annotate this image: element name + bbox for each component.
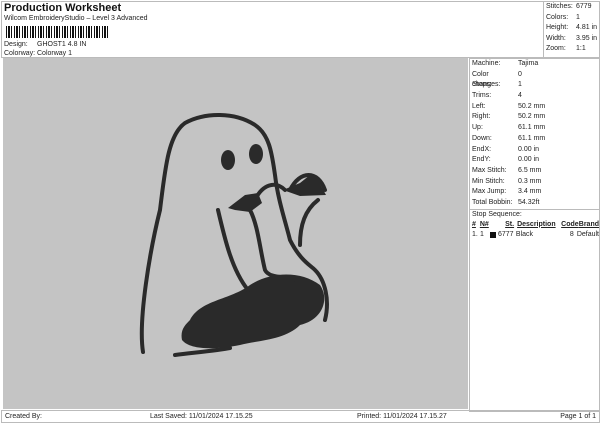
property-label: Stops: <box>472 81 492 89</box>
stop-sequence-title: Stop Sequence: <box>470 208 599 220</box>
stat-value: 1 <box>576 13 580 21</box>
created-by: Created By: <box>5 413 42 420</box>
property-row: EndY: 0.00 in <box>470 155 599 166</box>
design-preview <box>3 58 468 409</box>
property-row: Machine: Tajima <box>470 59 599 70</box>
ghost-embroidery <box>139 113 329 357</box>
property-value: Tajima <box>518 60 539 67</box>
property-value: 6.5 mm <box>518 166 542 174</box>
ghost-hand-left <box>228 193 262 212</box>
properties-panel: Machine: Tajima Color changes: 0 Stops: 1 Trim… <box>469 58 600 412</box>
col-description: Description <box>517 220 556 228</box>
barcode <box>6 26 110 38</box>
property-value: 0 <box>518 70 522 78</box>
stat-value: 6779 <box>576 3 592 10</box>
stat-label: Height: <box>546 24 569 31</box>
stat-label: Colors: <box>546 13 569 21</box>
property-label: EndX: <box>472 145 492 153</box>
color-swatch <box>489 231 496 238</box>
ghost-eye-right <box>249 144 263 164</box>
ghost-eye-left <box>221 150 235 170</box>
property-value: 50.2 mm <box>518 113 546 121</box>
property-label: Down: <box>472 134 492 142</box>
stat-label: Width: <box>546 34 566 42</box>
property-value: 54.32ft <box>518 198 540 206</box>
design-value: GHOST1 4.8 IN <box>37 41 87 48</box>
stat-row: Zoom: 1:1 <box>544 44 599 55</box>
row-num: 1. <box>472 230 478 238</box>
property-row: Color changes: 0 <box>470 70 599 89</box>
page-title: Production Worksheet <box>4 2 122 14</box>
row-code: 8 <box>569 230 574 238</box>
stat-label: Zoom: <box>546 45 566 52</box>
ghost-shadow <box>181 274 325 349</box>
col-code: Code <box>561 220 579 228</box>
property-label: Color changes: <box>472 70 501 89</box>
property-label: EndY: <box>472 156 491 164</box>
colorway-label: Colorway: <box>4 50 36 57</box>
property-value: 1 <box>518 81 522 89</box>
col-brand: Brand <box>578 220 599 228</box>
property-row: Stops: 1 <box>470 80 599 91</box>
stat-label: Stitches: <box>546 3 573 10</box>
property-label: Total Bobbin: <box>472 198 513 206</box>
page-number: Page 1 of 1 <box>560 413 596 420</box>
stats-box: Stitches: 6779 Colors: 1 Height: 4.81 in Width… <box>543 1 600 58</box>
stat-value: 4.81 in <box>576 24 598 31</box>
last-saved: Last Saved: 11/01/2024 17.15.25 <box>150 413 253 420</box>
property-value: 61.1 mm <box>518 124 546 132</box>
property-value: 61.1 mm <box>518 134 546 142</box>
property-label: Right: <box>472 113 491 121</box>
property-label: Machine: <box>472 60 501 67</box>
row-brand: Default <box>576 230 599 238</box>
property-row: Down: 61.1 mm <box>470 134 599 145</box>
stat-value: 3.95 in <box>576 34 598 42</box>
stat-row: Stitches: 6779 <box>544 2 599 13</box>
col-num: # <box>472 220 476 228</box>
property-label: Trims: <box>472 92 492 100</box>
property-row: EndX: 0.00 in <box>470 145 599 156</box>
property-row: Up: 61.1 mm <box>470 123 599 134</box>
software-subtitle: Wilcom EmbroideryStudio – Level 3 Advanc… <box>4 15 148 22</box>
property-row: Total Bobbin: 54.32ft <box>470 198 599 209</box>
property-value: 50.2 mm <box>518 102 546 110</box>
stat-value: 1:1 <box>576 45 586 52</box>
stat-row: Width: 3.95 in <box>544 34 599 45</box>
property-row: Left: 50.2 mm <box>470 102 599 113</box>
property-label: Min Stitch: <box>472 177 505 185</box>
property-label: Max Stitch: <box>472 166 507 174</box>
property-row: Right: 50.2 mm <box>470 112 599 123</box>
property-value: 3.4 mm <box>518 188 542 196</box>
stat-row: Colors: 1 <box>544 13 599 24</box>
property-label: Left: <box>472 102 486 110</box>
colorway-value: Colorway 1 <box>37 50 73 57</box>
stat-row: Height: 4.81 in <box>544 23 599 34</box>
property-row: Max Jump: 3.4 mm <box>470 187 599 198</box>
property-value: 0.00 in <box>518 156 540 164</box>
property-label: Up: <box>472 124 483 132</box>
row-st: 6777 <box>497 230 514 238</box>
row-description: Black <box>515 230 534 238</box>
col-st: St. <box>505 220 515 228</box>
design-label: Design: <box>4 41 28 48</box>
row-n: 1 <box>479 230 484 238</box>
property-value: 0.3 mm <box>518 177 542 185</box>
col-n: N# <box>479 220 489 228</box>
stop-sequence-header: # N# St. Description Code Brand <box>470 220 599 230</box>
property-value: 4 <box>518 92 522 100</box>
printed-date: Printed: 11/01/2024 17.15.27 <box>357 413 447 420</box>
property-value: 0.00 in <box>518 145 540 153</box>
footer: Created By: Last Saved: 11/01/2024 17.15… <box>1 410 600 423</box>
property-row: Min Stitch: 0.3 mm <box>470 177 599 188</box>
stop-sequence-row: 1. 1 6777 Black 8 Default <box>470 230 599 240</box>
property-label: Max Jump: <box>472 188 507 196</box>
property-row: Max Stitch: 6.5 mm <box>470 166 599 177</box>
property-row: Trims: 4 <box>470 91 599 102</box>
